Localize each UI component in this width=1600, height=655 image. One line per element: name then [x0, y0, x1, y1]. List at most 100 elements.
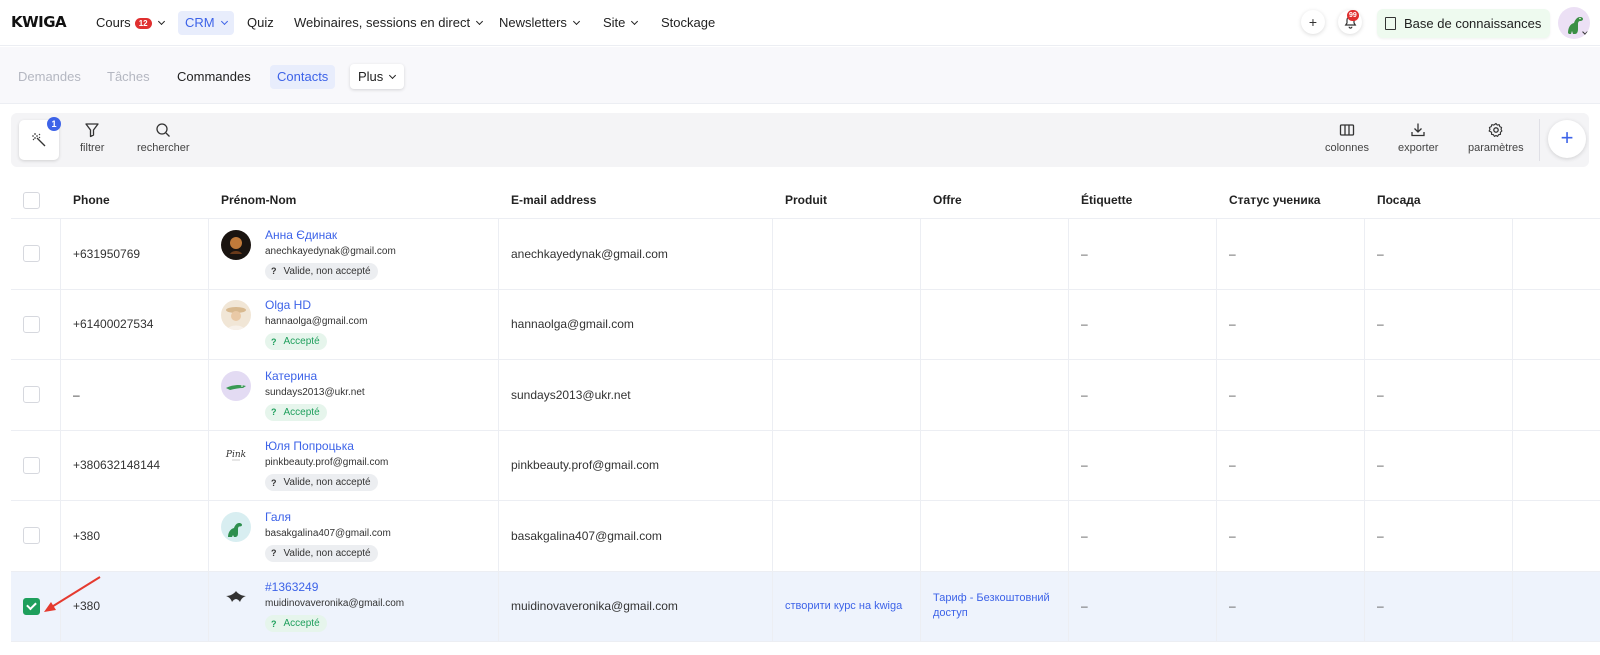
- row-checkbox[interactable]: [23, 315, 40, 333]
- student-status-cell: –: [1217, 289, 1365, 359]
- nav-cours[interactable]: Cours 12: [96, 11, 165, 35]
- student-status-value: –: [1229, 387, 1236, 402]
- nav-quiz-label: Quiz: [247, 15, 274, 30]
- tab-commandes[interactable]: Commandes: [177, 65, 251, 89]
- contact-name-link[interactable]: Юля Попроцька: [265, 439, 388, 454]
- student-status-cell: –: [1217, 501, 1365, 571]
- product-cell: створити курс на kwiga: [773, 571, 921, 641]
- table-row[interactable]: – Катерина sundays2013@ukr.net? Accepté sund…: [11, 360, 1600, 431]
- contact-avatar: Pink: [221, 441, 251, 472]
- status-badge[interactable]: ? Accepté: [265, 615, 327, 633]
- student-status-cell: –: [1217, 360, 1365, 430]
- position-cell: –: [1365, 219, 1513, 289]
- column-header-status[interactable]: Статус ученика: [1217, 182, 1365, 218]
- table-row[interactable]: +61400027534 Olga HD hannaolga@gmail.com? A…: [11, 289, 1600, 360]
- label-cell: –: [1069, 571, 1217, 641]
- search-label: rechercher: [137, 142, 190, 154]
- contact-name-link[interactable]: #1363249: [265, 580, 404, 595]
- more-tabs-dropdown[interactable]: Plus: [350, 64, 405, 89]
- student-status-cell: –: [1217, 219, 1365, 289]
- status-badge[interactable]: ? Valide, non accepté: [265, 544, 378, 562]
- contact-email: anechkayedynak@gmail.com: [265, 245, 396, 257]
- quick-add-button[interactable]: +: [1301, 10, 1325, 34]
- email-cell: basakgalina407@gmail.com: [499, 501, 773, 571]
- plus-icon: +: [1308, 14, 1318, 30]
- name-cell: Анна Єдинак anechkayedynak@gmail.com ? Vali…: [209, 219, 499, 289]
- nav-webinaires[interactable]: Webinaires, sessions en direct: [294, 11, 484, 35]
- label-value: –: [1081, 599, 1088, 614]
- column-header-email[interactable]: E-mail address: [499, 182, 773, 218]
- table-row[interactable]: +631950769 Анна Єдинак anechkayedynak@gmai…: [11, 219, 1600, 290]
- table-row[interactable]: +380632148144 Pink Юля Попроцька pinkbeauty…: [11, 430, 1600, 501]
- filter-button[interactable]: filtrer: [80, 122, 104, 154]
- table-row[interactable]: +380 Галя basakgalina407@gmail.com? Valide,…: [11, 501, 1600, 572]
- user-avatar[interactable]: [1558, 7, 1590, 39]
- status-badge-label: Valide, non accepté: [283, 265, 371, 277]
- kwiga-logo[interactable]: KWIGA: [11, 13, 67, 31]
- select-all-cell: [11, 182, 61, 218]
- columns-icon: [1339, 124, 1355, 136]
- product-link[interactable]: створити курс на kwiga: [785, 599, 902, 614]
- nav-stockage[interactable]: Stockage: [661, 11, 715, 35]
- nav-crm[interactable]: CRM: [178, 11, 234, 35]
- add-contact-button[interactable]: +: [1548, 120, 1586, 158]
- label-cell: –: [1069, 219, 1217, 289]
- tab-demandes[interactable]: Demandes: [18, 65, 81, 89]
- row-select-cell: [11, 360, 61, 430]
- active-filters-badge: 1: [47, 117, 61, 131]
- notification-count-badge: 99: [1347, 10, 1359, 21]
- chevron-down-icon: [389, 71, 397, 79]
- row-checkbox[interactable]: [23, 245, 40, 263]
- offer-cell: Тариф - Безкоштовний доступ: [921, 571, 1069, 641]
- phone-cell: +380: [61, 501, 209, 571]
- row-checkbox[interactable]: [23, 456, 40, 474]
- email-cell: pinkbeauty.prof@gmail.com: [499, 430, 773, 500]
- row-checkbox[interactable]: [23, 597, 40, 615]
- email-value: muidinovaveronika@gmail.com: [511, 599, 678, 614]
- nav-quiz[interactable]: Quiz: [247, 11, 274, 35]
- product-cell: [773, 289, 921, 359]
- status-badge-label: Accepté: [283, 618, 320, 630]
- knowledge-base-button[interactable]: Base de connaissances: [1377, 9, 1551, 38]
- nav-webinaires-label: Webinaires, sessions en direct: [294, 15, 471, 30]
- filter-icon: [85, 123, 99, 138]
- offer-link[interactable]: Тариф - Безкоштовний доступ: [933, 591, 1058, 621]
- column-header-phone[interactable]: Phone: [61, 182, 209, 218]
- email-cell: muidinovaveronika@gmail.com: [499, 571, 773, 641]
- tab-taches[interactable]: Tâches: [107, 65, 150, 89]
- column-header-position[interactable]: Посада: [1365, 182, 1513, 218]
- product-cell: [773, 501, 921, 571]
- search-button[interactable]: rechercher: [137, 122, 190, 154]
- table-row[interactable]: +380 #1363249 muidinovaveronika@gmail.com?…: [11, 571, 1600, 642]
- status-badge[interactable]: ? Accepté: [265, 403, 327, 421]
- contact-name-link[interactable]: Анна Єдинак: [265, 228, 396, 243]
- contact-name-link[interactable]: Галя: [265, 510, 391, 525]
- position-cell: –: [1365, 360, 1513, 430]
- tab-contacts[interactable]: Contacts: [270, 65, 336, 89]
- student-status-value: –: [1229, 458, 1236, 473]
- select-all-checkbox[interactable]: [23, 191, 40, 209]
- columns-button[interactable]: colonnes: [1325, 122, 1369, 154]
- name-cell: Галя basakgalina407@gmail.com? Valide, non…: [209, 501, 499, 571]
- label-value: –: [1081, 317, 1088, 332]
- export-button[interactable]: exporter: [1398, 122, 1438, 154]
- column-header-offer[interactable]: Offre: [921, 182, 1069, 218]
- settings-button[interactable]: paramètres: [1468, 122, 1524, 154]
- position-cell: –: [1365, 289, 1513, 359]
- nav-newsletters[interactable]: Newsletters: [499, 11, 580, 35]
- column-header-name[interactable]: Prénom-Nom: [209, 182, 499, 218]
- position-value: –: [1377, 387, 1384, 402]
- contact-name-link[interactable]: Olga HD: [265, 298, 367, 313]
- row-checkbox[interactable]: [23, 386, 40, 404]
- status-badge[interactable]: ? Valide, non accepté: [265, 262, 378, 280]
- row-checkbox[interactable]: [23, 527, 40, 545]
- position-value: –: [1377, 528, 1384, 543]
- contact-name-link[interactable]: Катерина: [265, 369, 365, 384]
- status-badge[interactable]: ? Accepté: [265, 333, 327, 351]
- column-header-label[interactable]: Étiquette: [1069, 182, 1217, 218]
- nav-site[interactable]: Site: [603, 11, 639, 35]
- column-header-product[interactable]: Produit: [773, 182, 921, 218]
- offer-cell: [921, 501, 1069, 571]
- status-badge[interactable]: ? Valide, non accepté: [265, 474, 378, 492]
- email-value: sundays2013@ukr.net: [511, 387, 631, 402]
